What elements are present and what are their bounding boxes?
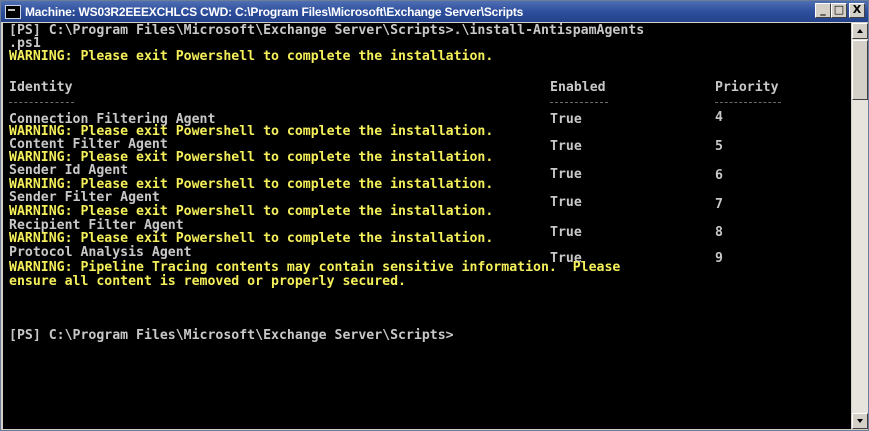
row-priority: 9 <box>715 251 723 266</box>
scroll-down-button[interactable] <box>852 413 868 429</box>
row-priority: 6 <box>715 168 723 183</box>
row-enabled: True <box>550 139 582 154</box>
console-window: Machine: WS03R2EEEXCHLCS CWD: C:\Program… <box>0 0 869 431</box>
column-underline-priority <box>715 102 781 103</box>
scroll-up-button[interactable] <box>852 23 868 39</box>
console-output[interactable]: [PS] C:\Program Files\Microsoft\Exchange… <box>3 23 851 429</box>
window-controls: _ □ X <box>815 3 865 18</box>
row-priority: 4 <box>715 110 723 125</box>
row-priority: 7 <box>715 197 723 212</box>
row-enabled: True <box>550 195 582 210</box>
column-underline-enabled <box>550 102 608 103</box>
prompt-command-line: [PS] C:\Program Files\Microsoft\Exchange… <box>9 23 645 38</box>
warning-line: WARNING: Please exit Powershell to compl… <box>9 204 494 219</box>
row-identity: Protocol Analysis Agent <box>9 245 192 260</box>
column-header-enabled: Enabled <box>550 80 606 95</box>
pipeline-warning-continuation: ensure all content is removed or properl… <box>9 274 406 289</box>
row-priority: 8 <box>715 225 723 240</box>
maximize-button[interactable]: □ <box>831 3 847 18</box>
warning-line: WARNING: Please exit Powershell to compl… <box>9 49 494 64</box>
arrow-up-icon <box>857 29 863 33</box>
warning-line: WARNING: Please exit Powershell to compl… <box>9 231 494 246</box>
column-header-identity: Identity <box>9 80 73 95</box>
close-button[interactable]: X <box>849 3 865 18</box>
console-app-icon[interactable] <box>5 4 21 19</box>
row-enabled: True <box>550 225 582 240</box>
row-identity: Sender Id Agent <box>9 163 129 178</box>
final-prompt: [PS] C:\Program Files\Microsoft\Exchange… <box>9 328 454 343</box>
scrollbar-thumb[interactable] <box>852 40 868 100</box>
pipeline-warning-line: WARNING: Pipeline Tracing contents may c… <box>9 260 621 275</box>
row-identity: Sender Filter Agent <box>9 190 160 205</box>
column-underline-identity <box>9 102 74 103</box>
row-enabled: True <box>550 167 582 182</box>
window-title: Machine: WS03R2EEEXCHLCS CWD: C:\Program… <box>25 4 524 19</box>
title-bar[interactable]: Machine: WS03R2EEEXCHLCS CWD: C:\Program… <box>1 1 868 22</box>
minimize-button[interactable]: _ <box>815 3 831 18</box>
row-priority: 5 <box>715 139 723 154</box>
column-header-priority: Priority <box>715 80 779 95</box>
arrow-down-icon <box>857 419 863 423</box>
row-enabled: True <box>550 112 582 127</box>
vertical-scrollbar[interactable] <box>852 23 868 429</box>
